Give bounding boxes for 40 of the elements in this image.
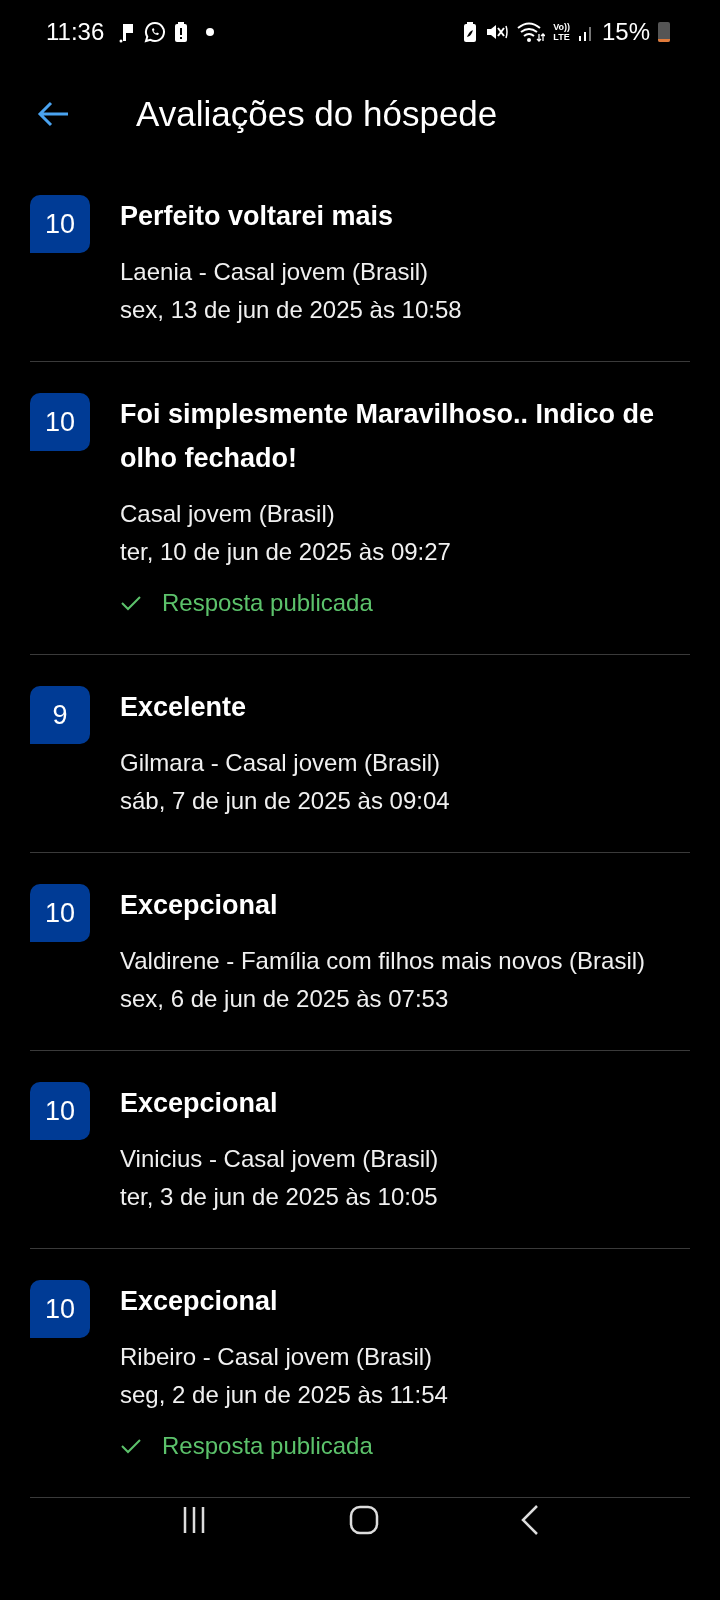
review-title[interactable]: Excepcional [120, 1279, 690, 1323]
review-date: sáb, 7 de jun de 2025 às 09:04 [120, 786, 451, 816]
review-date: sex, 6 de jun de 2025 às 07:53 [120, 984, 450, 1014]
score-badge: 10 [30, 1082, 90, 1140]
review-title[interactable]: Excepcional [120, 1081, 690, 1125]
score-badge: 9 [30, 686, 90, 744]
review-date: ter, 10 de jun de 2025 às 09:27 [120, 537, 452, 567]
reviewer-info: Vinicius - Casal jovem (Brasil) [120, 1144, 440, 1174]
volte-label: Vo)) LTE [553, 22, 570, 42]
review-date: ter, 3 de jun de 2025 às 10:05 [120, 1182, 439, 1212]
status-time: 11:36 [46, 18, 105, 46]
reviewer-info: Valdirene - Família com filhos mais novos (Brasil) [120, 946, 647, 976]
review-title[interactable]: Perfeito voltarei mais [120, 194, 690, 238]
reviewer-info: Casal jovem (Brasil) [120, 499, 336, 529]
page-title: Avaliações do hóspede [136, 94, 498, 134]
battery-icon [658, 22, 670, 42]
score-badge: 10 [30, 884, 90, 942]
chat-icon [144, 21, 167, 43]
check-icon [120, 1437, 142, 1455]
review-title[interactable]: Excepcional [120, 883, 690, 927]
review-title[interactable]: Foi simplesmente Maravilhoso.. Indico de olho fechado! [120, 392, 690, 480]
wifi-icon [517, 21, 546, 43]
check-icon [120, 594, 142, 612]
review-date: seg, 2 de jun de 2025 às 11:54 [120, 1380, 449, 1410]
battery-saver-icon [463, 21, 478, 43]
score-badge: 10 [30, 195, 90, 253]
reply-status: Resposta publicada [162, 589, 373, 617]
dot-icon [206, 28, 215, 36]
review-title[interactable]: Excelente [120, 685, 690, 729]
reviewer-info: Ribeiro - Casal jovem (Brasil) [120, 1342, 434, 1372]
home-icon[interactable] [348, 1504, 380, 1536]
back-icon[interactable] [36, 100, 70, 128]
score-badge: 10 [30, 1280, 90, 1338]
reviewer-info: Laenia - Casal jovem (Brasil) [120, 257, 430, 287]
reply-status: Resposta publicada [162, 1432, 373, 1460]
battery-alert-icon [174, 21, 189, 43]
reviewer-info: Gilmara - Casal jovem (Brasil) [120, 748, 442, 778]
score-badge: 10 [30, 393, 90, 451]
review-date: sex, 13 de jun de 2025 às 10:58 [120, 295, 463, 325]
battery-percent: 15% [601, 18, 650, 46]
